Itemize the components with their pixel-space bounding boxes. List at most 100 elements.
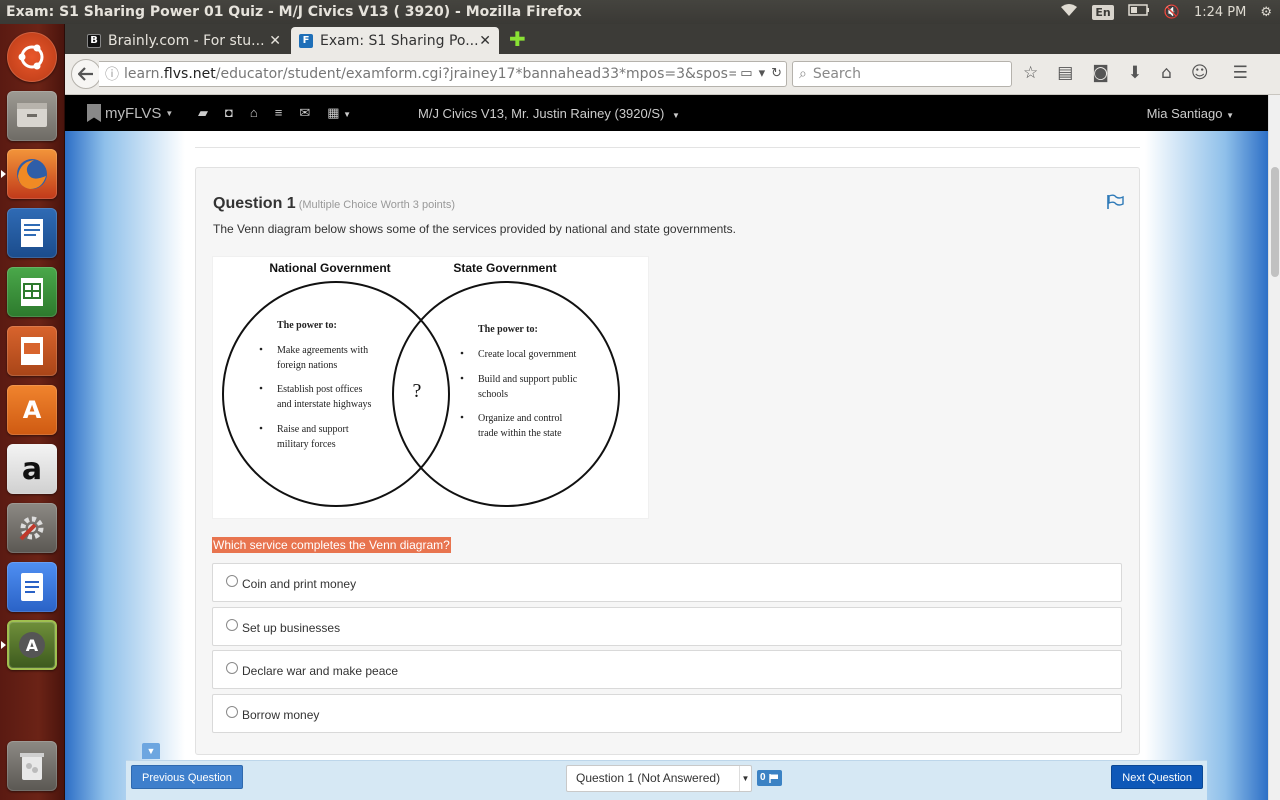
- firefox-running-indicator: [1, 170, 6, 178]
- software-updater-icon[interactable]: A: [7, 620, 57, 670]
- venn-right-item: trade within the state: [478, 428, 562, 439]
- bookmarks-list-icon[interactable]: ▤: [1057, 63, 1073, 83]
- system-settings-icon[interactable]: [7, 503, 57, 553]
- venn-left-item: and interstate highways: [277, 399, 372, 410]
- reader-view-icon[interactable]: ▭: [740, 66, 752, 81]
- user-menu[interactable]: Mia Santiago ▼: [1147, 106, 1234, 121]
- next-question-button[interactable]: Next Question: [1111, 765, 1203, 789]
- dropdown-icon[interactable]: ▾: [759, 66, 766, 81]
- docs-icon[interactable]: [7, 562, 57, 612]
- writer-icon[interactable]: [7, 208, 57, 258]
- url-bar[interactable]: ⓘ learn. flvs.net/educator/student/examfo…: [99, 61, 787, 87]
- home-icon[interactable]: ⌂: [1161, 63, 1172, 83]
- question-select[interactable]: Question 1 (Not Answered) ▼: [566, 765, 752, 792]
- list-icon[interactable]: ≡: [275, 105, 283, 121]
- venn-right-item: Build and support public: [478, 374, 578, 385]
- flagged-count-badge[interactable]: 0: [757, 770, 782, 786]
- trash-icon[interactable]: [7, 741, 57, 791]
- tab-strip: B Brainly.com - For stu... ✕ F Exam: S1 …: [65, 24, 1280, 54]
- flvs-logo-icon: [87, 104, 101, 122]
- myflvs-menu[interactable]: myFLVS ▼: [87, 104, 173, 122]
- flag-icon: [768, 773, 778, 783]
- radio-button[interactable]: [226, 662, 238, 674]
- radio-button[interactable]: [226, 619, 238, 631]
- files-icon[interactable]: [7, 91, 57, 141]
- window-title: Exam: S1 Sharing Power 01 Quiz - M/J Civ…: [6, 4, 582, 20]
- question-number: Question 1: [213, 195, 296, 212]
- downloads-icon[interactable]: ⬇: [1128, 63, 1142, 83]
- user-name: Mia Santiago: [1146, 106, 1223, 121]
- venn-right-title: State Government: [453, 261, 556, 275]
- exam-footer: Previous Question Question 1 (Not Answer…: [126, 760, 1207, 800]
- calc-icon[interactable]: [7, 267, 57, 317]
- volume-muted-icon[interactable]: 🔇: [1164, 5, 1180, 20]
- settings-gear-icon[interactable]: ⚙: [1260, 5, 1272, 20]
- venn-left-item: Make agreements with: [277, 345, 368, 356]
- answer-choice[interactable]: Coin and print money: [212, 563, 1122, 602]
- search-input[interactable]: ⌕ Search: [792, 61, 1012, 87]
- info-icon[interactable]: ⓘ: [105, 64, 119, 84]
- chevron-down-icon: ▼: [1226, 111, 1234, 120]
- venn-center-mark: ?: [413, 380, 422, 402]
- divider: [195, 147, 1140, 148]
- tab-exam[interactable]: F Exam: S1 Sharing Po... ✕: [291, 27, 499, 54]
- mail-icon[interactable]: ✉: [299, 105, 310, 121]
- flag-question-icon[interactable]: [1106, 194, 1124, 210]
- answer-choice[interactable]: Declare war and make peace: [212, 650, 1122, 689]
- keyboard-language-indicator[interactable]: En: [1092, 4, 1114, 20]
- battery-icon[interactable]: [1128, 4, 1150, 20]
- home-icon[interactable]: ⌂: [250, 105, 258, 121]
- impress-icon[interactable]: [7, 326, 57, 376]
- page-scrollbar[interactable]: [1268, 95, 1280, 800]
- url-path: /educator/student/examform.cgi?jrainey17…: [215, 66, 758, 82]
- scrollbar-thumb[interactable]: [1271, 167, 1279, 277]
- radio-button[interactable]: [226, 575, 238, 587]
- venn-left-item: Raise and support: [277, 424, 349, 435]
- pocket-icon[interactable]: ◙: [1092, 63, 1109, 83]
- inbox-icon[interactable]: ◘: [225, 105, 233, 121]
- question-stem: The Venn diagram below shows some of the…: [213, 222, 736, 236]
- course-menu[interactable]: M/J Civics V13, Mr. Justin Rainey (3920/…: [418, 106, 680, 121]
- collapse-footer-icon[interactable]: ▼: [142, 743, 160, 759]
- menu-icon[interactable]: ☰: [1233, 63, 1248, 83]
- url-host: flvs.net: [163, 66, 216, 82]
- venn-left-title: National Government: [269, 261, 390, 275]
- venn-left-item: Establish post offices: [277, 384, 362, 395]
- book-icon[interactable]: ▰: [198, 105, 208, 121]
- wifi-icon[interactable]: [1060, 3, 1078, 21]
- url-prefix: learn.: [124, 66, 164, 82]
- close-tab-icon[interactable]: ✕: [479, 33, 491, 49]
- tab-brainly[interactable]: B Brainly.com - For stu... ✕: [79, 27, 289, 54]
- new-tab-icon[interactable]: ✚: [509, 29, 526, 49]
- close-tab-icon[interactable]: ✕: [269, 33, 281, 49]
- back-arrow-icon: [78, 67, 93, 81]
- choice-label: Borrow money: [242, 708, 320, 722]
- choice-label: Declare war and make peace: [242, 664, 399, 678]
- chat-icon[interactable]: ☺: [1191, 63, 1209, 83]
- search-icon: ⌕: [799, 66, 807, 82]
- app-navbar: myFLVS ▼ ▰ ◘ ⌂ ≡ ✉ ▦ ▼ M/J Civics V13, M…: [65, 95, 1268, 131]
- answer-choice[interactable]: Set up businesses: [212, 607, 1122, 646]
- chevron-down-icon: ▼: [165, 108, 174, 118]
- calendar-icon[interactable]: ▦ ▼: [327, 105, 351, 121]
- firefox-icon[interactable]: [7, 149, 57, 199]
- tab-label: Exam: S1 Sharing Po...: [320, 32, 479, 49]
- question-select-value: Question 1 (Not Answered): [576, 771, 721, 785]
- back-button[interactable]: [71, 59, 101, 89]
- system-tray: En 🔇 1:24 PM ⚙: [1060, 0, 1272, 24]
- course-label: M/J Civics V13, Mr. Justin Rainey (3920/…: [418, 106, 665, 121]
- software-center-icon[interactable]: A: [7, 385, 57, 435]
- url-tools: ▭ ▾ ↻: [736, 66, 782, 81]
- toolbar-icons: ☆ ▤ ◙ ⬇ ⌂ ☺ ☰: [1023, 63, 1248, 83]
- ubuntu-dash-icon[interactable]: [7, 32, 57, 82]
- amazon-icon[interactable]: a: [7, 444, 57, 494]
- answer-choice[interactable]: Borrow money: [212, 694, 1122, 733]
- reload-icon[interactable]: ↻: [771, 66, 782, 81]
- brainly-favicon-icon: B: [87, 33, 101, 48]
- clock[interactable]: 1:24 PM: [1194, 5, 1246, 20]
- bookmark-star-icon[interactable]: ☆: [1023, 63, 1038, 83]
- venn-left-lead: The power to:: [277, 320, 337, 331]
- chevron-down-icon: ▼: [739, 766, 751, 791]
- previous-question-button[interactable]: Previous Question: [131, 765, 243, 789]
- radio-button[interactable]: [226, 706, 238, 718]
